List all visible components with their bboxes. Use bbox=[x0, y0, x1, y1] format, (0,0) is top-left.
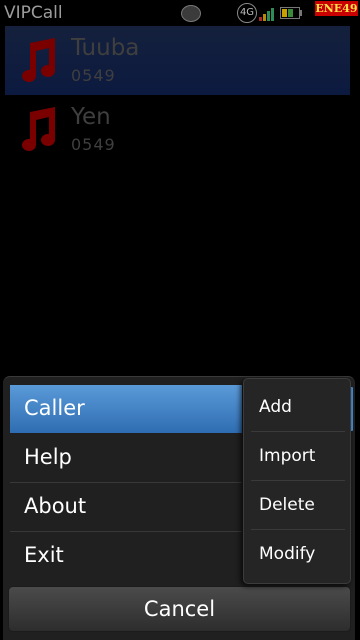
menu-item-caller[interactable]: Caller bbox=[10, 385, 242, 433]
submenu-item-delete[interactable]: Delete bbox=[251, 481, 345, 530]
submenu-item-add[interactable]: Add bbox=[251, 383, 345, 432]
submenu-item-modify[interactable]: Modify bbox=[251, 530, 345, 578]
menu-item-label: Caller bbox=[24, 396, 85, 420]
menu-item-exit[interactable]: Exit bbox=[10, 532, 242, 580]
menu-item-label: About bbox=[24, 494, 87, 518]
network-badge: 4G bbox=[237, 3, 257, 23]
menu-item-about[interactable]: About bbox=[10, 483, 242, 532]
caller-submenu: Add Import Delete Modify bbox=[243, 378, 351, 584]
contact-item-tuuba[interactable]: Tuuba 0549 bbox=[5, 26, 350, 95]
submenu-item-label: Delete bbox=[259, 495, 315, 515]
battery-icon bbox=[280, 7, 302, 19]
app-screen: VIPCall 4G 20:08 ENE49 Tuuba 0549 bbox=[0, 0, 360, 640]
music-note-icon bbox=[22, 107, 56, 151]
signal-icon bbox=[259, 8, 274, 21]
submenu-item-label: Modify bbox=[259, 544, 316, 564]
menu-item-label: Help bbox=[24, 445, 72, 469]
contact-name: Yen bbox=[71, 104, 111, 130]
carrier-badge: ENE49 bbox=[315, 1, 358, 16]
status-bar: VIPCall 4G 20:08 ENE49 bbox=[0, 0, 360, 26]
notification-icon[interactable] bbox=[181, 5, 201, 22]
cancel-button[interactable]: Cancel bbox=[8, 586, 351, 632]
menu-item-label: Exit bbox=[24, 543, 64, 567]
contact-list: Tuuba 0549 Yen 0549 bbox=[0, 26, 360, 164]
contact-name: Tuuba bbox=[71, 35, 140, 61]
app-title: VIPCall bbox=[4, 3, 63, 23]
menu-item-help[interactable]: Help bbox=[10, 434, 242, 483]
submenu-item-label: Add bbox=[259, 397, 292, 417]
music-note-icon bbox=[22, 38, 56, 82]
contact-number: 0549 bbox=[71, 66, 116, 85]
submenu-item-import[interactable]: Import bbox=[251, 432, 345, 481]
contact-item-yen[interactable]: Yen 0549 bbox=[5, 95, 350, 164]
submenu-item-label: Import bbox=[259, 446, 316, 466]
contact-number: 0549 bbox=[71, 135, 116, 154]
